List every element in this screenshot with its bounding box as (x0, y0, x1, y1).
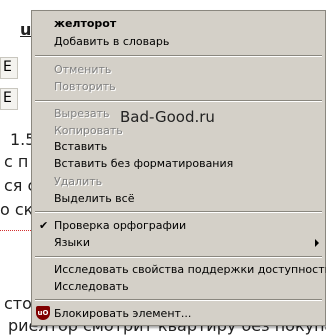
add-to-dictionary-item[interactable]: Добавить в словарь (32, 33, 325, 50)
languages-item[interactable]: Языки (32, 234, 325, 251)
ublock-icon: uO (36, 306, 50, 320)
block-element-item[interactable]: uO Блокировать элемент... (32, 305, 325, 322)
menu-separator (35, 211, 322, 213)
spell-error-underline (0, 230, 31, 231)
checkmark-icon: ✔ (39, 219, 49, 232)
spelling-suggestion-item[interactable]: желторот (32, 15, 325, 32)
menu-separator (35, 100, 322, 102)
toolbar-button-2[interactable]: E (0, 88, 18, 110)
inspect-accessibility-item[interactable]: Исследовать свойства поддержки доступнос… (32, 261, 326, 278)
paste-plain-item[interactable]: Вставить без форматирования (32, 155, 325, 172)
context-menu: желторот Добавить в словарь Отменить Пов… (31, 10, 326, 326)
redo-item[interactable]: Повторить (32, 78, 325, 95)
menu-separator (35, 299, 322, 301)
languages-label: Языки (54, 236, 90, 249)
menu-separator (35, 55, 322, 57)
delete-item[interactable]: Удалить (32, 173, 325, 190)
undo-item[interactable]: Отменить (32, 61, 325, 78)
paste-item[interactable]: Вставить (32, 138, 325, 155)
toolbar-button-1[interactable]: E (0, 57, 18, 79)
block-element-label: Блокировать элемент... (54, 307, 192, 320)
inspect-item[interactable]: Исследовать (32, 278, 325, 295)
submenu-arrow-icon (315, 239, 319, 247)
spell-check-item[interactable]: ✔ Проверка орфографии (32, 217, 325, 234)
select-all-item[interactable]: Выделить всё (32, 190, 325, 207)
menu-separator (35, 256, 322, 258)
watermark: Bad-Good.ru (120, 108, 215, 126)
underline-letter: u (20, 20, 32, 39)
spell-check-label: Проверка орфографии (54, 219, 187, 232)
doc-text-line-2: с п (4, 152, 29, 171)
